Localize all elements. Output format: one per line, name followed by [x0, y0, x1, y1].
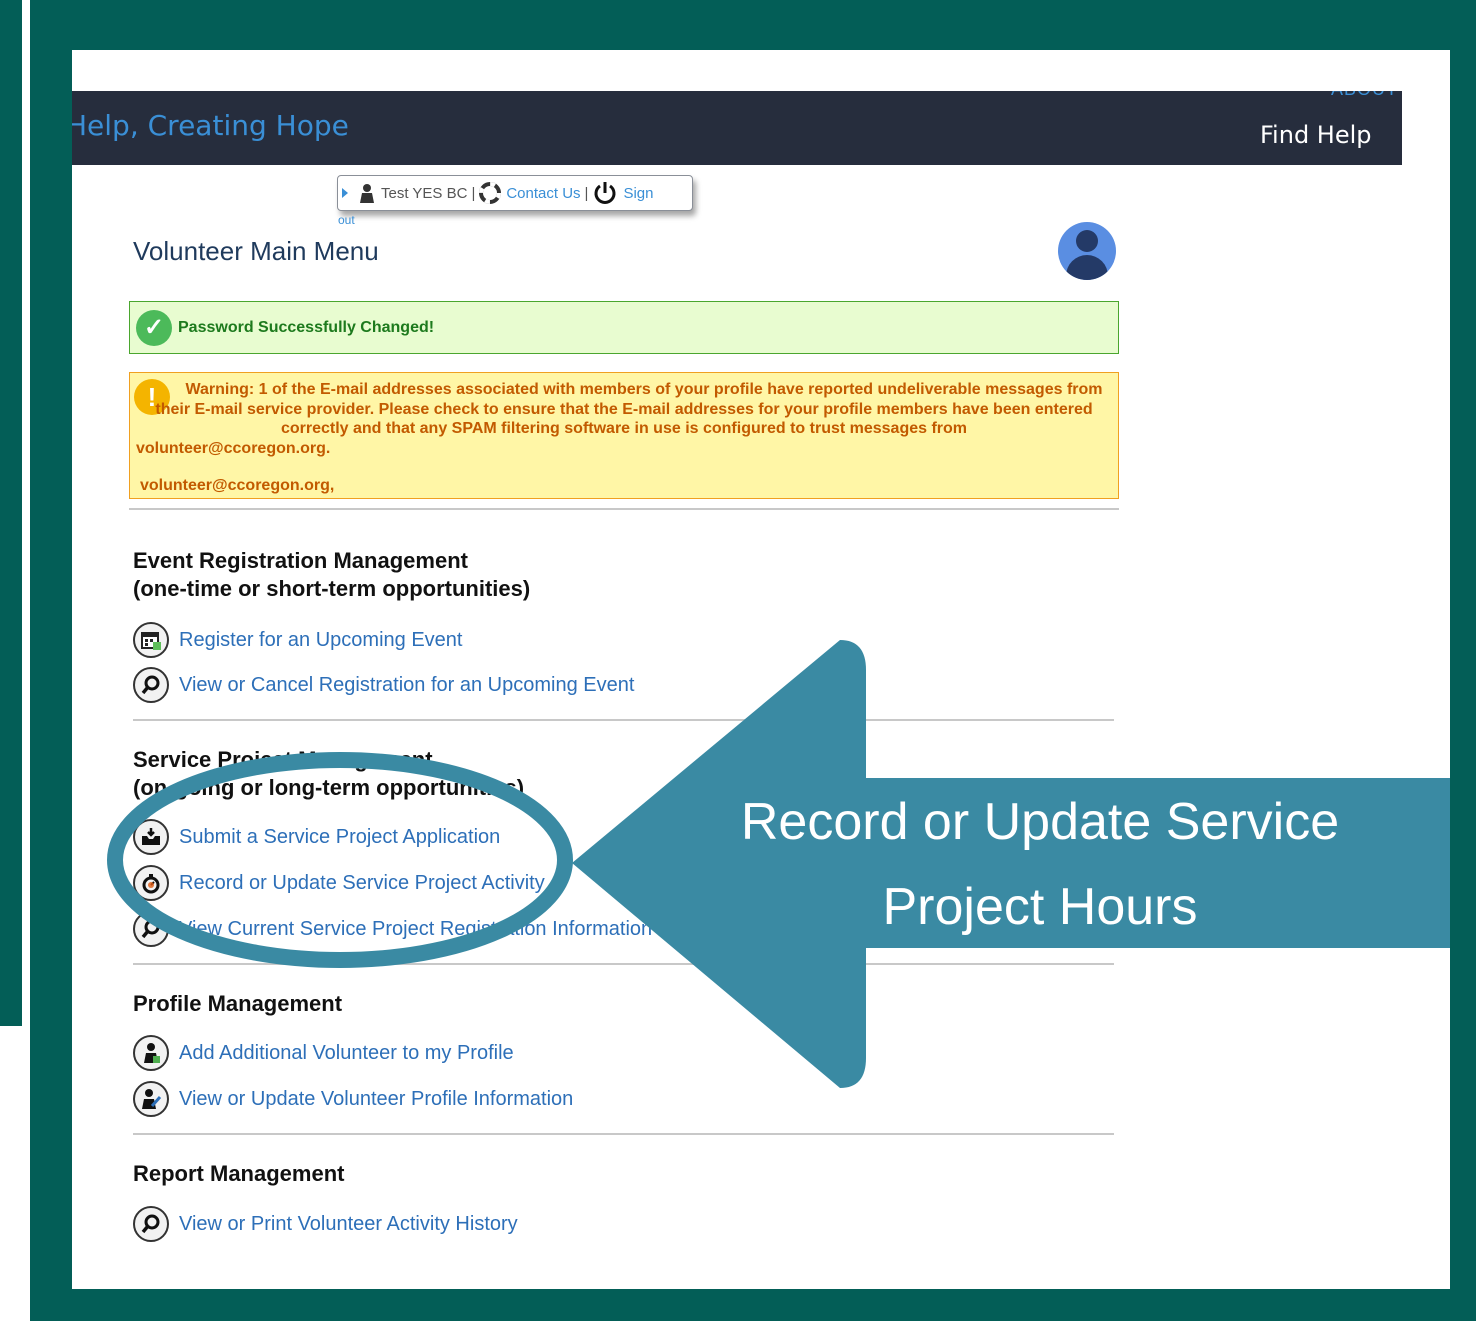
- frame-bottom: [30, 1289, 1476, 1321]
- warning-message: Warning: 1 of the E-mail addresses assoc…: [136, 380, 1112, 458]
- user-name: Test YES BC: [381, 184, 468, 202]
- magnifier-icon: [133, 911, 169, 947]
- nav-about-link[interactable]: ABOUT: [1331, 91, 1398, 100]
- menu-item-submit-application[interactable]: Submit a Service Project Application: [133, 819, 500, 855]
- brand-title[interactable]: Help, Creating Hope: [72, 109, 349, 142]
- section-title-event: Event Registration Management (one-time …: [133, 547, 530, 603]
- person-edit-icon: [133, 1081, 169, 1117]
- section-subtitle-line: (one-time or short-term opportunities): [133, 576, 531, 601]
- divider: [129, 508, 1119, 510]
- avatar-body: [1066, 255, 1108, 280]
- menu-item-register-event[interactable]: Register for an Upcoming Event: [133, 622, 462, 658]
- section-title-profile: Profile Management: [133, 991, 343, 1016]
- person-add-icon: [133, 1035, 169, 1071]
- warning-alert: ! Warning: 1 of the E-mail addresses ass…: [129, 372, 1119, 499]
- success-alert: ✓ Password Successfully Changed!: [129, 301, 1119, 354]
- nav-find-help[interactable]: Find Help: [1260, 121, 1372, 149]
- section-subtitle-line: (on-going or long-term opportunities): [133, 775, 525, 800]
- section-title-report: Report Management: [133, 1161, 345, 1186]
- callout-overlay: [107, 640, 1450, 1088]
- separator: |: [584, 184, 589, 202]
- callout-line-2: Project Hours: [882, 878, 1198, 936]
- frame-top: [30, 0, 1476, 50]
- frame-right: [1450, 0, 1476, 1321]
- menu-item-label[interactable]: View or Print Volunteer Activity History: [179, 1213, 518, 1236]
- menu-item-label[interactable]: Register for an Upcoming Event: [179, 629, 462, 652]
- warning-main-text: Warning: 1 of the E-mail addresses assoc…: [155, 381, 1103, 437]
- frame-left: [30, 0, 72, 1321]
- stopwatch-icon: [133, 865, 169, 901]
- menu-item-view-cancel-registration[interactable]: View or Cancel Registration for an Upcom…: [133, 667, 634, 703]
- menu-item-view-service-registration[interactable]: View Current Service Project Registratio…: [133, 911, 652, 947]
- avatar-head: [1076, 230, 1098, 252]
- avatar[interactable]: [1058, 222, 1116, 280]
- lifebuoy-icon[interactable]: [479, 182, 502, 204]
- expand-arrow-icon[interactable]: [342, 188, 348, 198]
- separator: |: [471, 184, 476, 202]
- menu-item-label[interactable]: Add Additional Volunteer to my Profile: [179, 1042, 514, 1065]
- menu-item-add-volunteer[interactable]: Add Additional Volunteer to my Profile: [133, 1035, 514, 1071]
- warning-email: volunteer@ccoregon.org,: [140, 477, 335, 494]
- menu-item-update-profile[interactable]: View or Update Volunteer Profile Informa…: [133, 1081, 573, 1117]
- slide-frame: Help, Creating Hope ABOUT Find Help Test…: [0, 0, 1476, 1321]
- divider: [133, 719, 1114, 721]
- top-navbar: Help, Creating Hope ABOUT Find Help: [72, 91, 1402, 165]
- menu-item-label[interactable]: Submit a Service Project Application: [179, 826, 500, 849]
- power-icon[interactable]: [592, 180, 618, 206]
- callout-line-1: Record or Update Service: [740, 793, 1340, 851]
- user-icon: [358, 183, 376, 203]
- section-title-line: Event Registration Management: [133, 548, 468, 573]
- magnifier-icon: [133, 1206, 169, 1242]
- contact-us-link[interactable]: Contact Us: [506, 185, 580, 202]
- frame-left-strip: [0, 0, 22, 1026]
- success-message: Password Successfully Changed!: [178, 318, 435, 336]
- page-title: Volunteer Main Menu: [133, 236, 379, 266]
- menu-item-label[interactable]: Record or Update Service Project Activit…: [179, 872, 545, 895]
- magnifier-icon: [133, 667, 169, 703]
- menu-item-record-update-activity[interactable]: Record or Update Service Project Activit…: [133, 865, 545, 901]
- inbox-icon: [133, 819, 169, 855]
- menu-item-activity-history[interactable]: View or Print Volunteer Activity History: [133, 1206, 518, 1242]
- checkmark-icon: ✓: [136, 309, 172, 346]
- menu-item-label[interactable]: View or Cancel Registration for an Upcom…: [179, 674, 634, 697]
- sign-out-link-tail[interactable]: out: [338, 213, 355, 227]
- menu-item-label[interactable]: View or Update Volunteer Profile Informa…: [179, 1088, 573, 1111]
- section-title-service: Service Project Management (on-going or …: [133, 746, 524, 802]
- section-title-line: Service Project Management: [133, 747, 433, 772]
- callout-text: Record or Update Service Project Hours: [630, 780, 1450, 950]
- user-toolbar: Test YES BC | Contact Us | Sign: [337, 175, 693, 211]
- menu-item-label[interactable]: View Current Service Project Registratio…: [179, 918, 652, 941]
- calendar-icon: [133, 622, 169, 658]
- sign-out-link[interactable]: Sign: [623, 185, 653, 202]
- divider: [133, 1133, 1114, 1135]
- warning-tail-text: volunteer@ccoregon.org.: [136, 439, 331, 457]
- divider: [133, 963, 1114, 965]
